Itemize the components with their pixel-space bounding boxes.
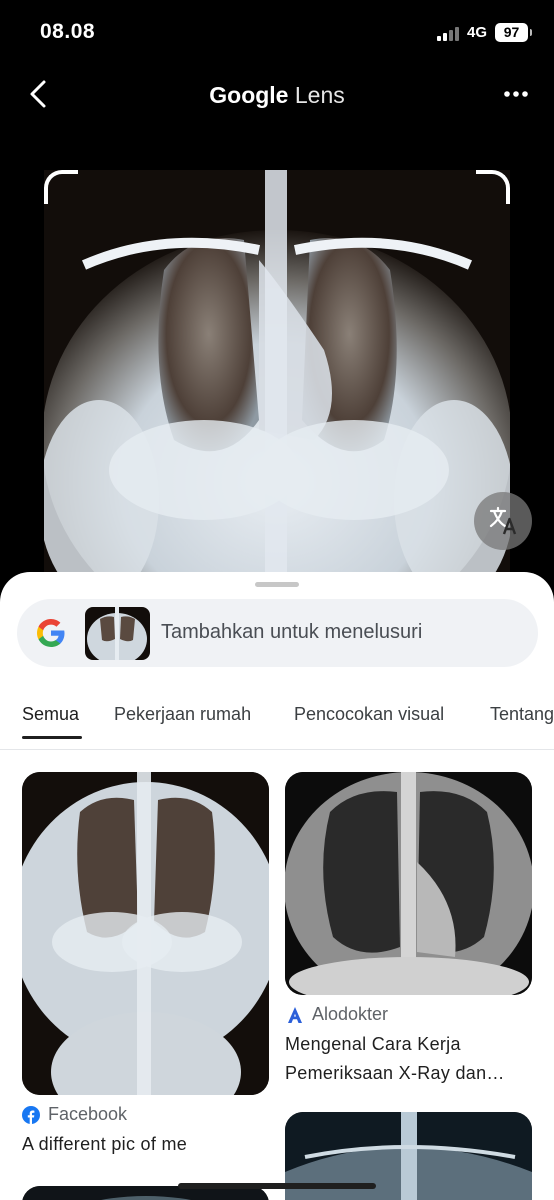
result-1-source[interactable]: Facebook (48, 1104, 127, 1125)
result-tabs: Semua Pekerjaan rumah Pencocokan visual … (0, 696, 554, 750)
tab-tentang[interactable]: Tentang (490, 704, 554, 725)
translate-icon (489, 506, 517, 535)
result-image-2[interactable] (285, 772, 532, 995)
active-tab-indicator (22, 736, 82, 739)
sheet-drag-handle[interactable] (255, 582, 299, 587)
search-image-thumbnail[interactable] (85, 607, 150, 660)
network-type: 4G (467, 24, 488, 41)
lens-title: Google Lens (0, 82, 554, 109)
search-bar[interactable]: Tambahkan untuk menelusuri (17, 599, 538, 667)
results-sheet: Tambahkan untuk menelusuri Semua Pekerja… (0, 572, 554, 1200)
crop-corner-top-right[interactable] (476, 170, 510, 204)
result-2-source[interactable]: Alodokter (312, 1004, 388, 1025)
google-lens-screen: 08.08 4G 97 Google Lens Tambahkan untuk … (0, 0, 554, 1200)
searched-image[interactable] (44, 170, 510, 600)
status-time: 08.08 (40, 20, 96, 43)
title-lens: Lens (294, 82, 345, 108)
chest-xray-image (44, 170, 510, 600)
title-google: Google (209, 82, 289, 108)
translate-button[interactable] (474, 492, 532, 550)
home-indicator[interactable] (178, 1183, 376, 1189)
result-2-title-line2[interactable]: Pemeriksaan X-Ray dan… (285, 1059, 505, 1088)
lens-header: Google Lens (0, 62, 554, 132)
result-1-title[interactable]: A different pic of me (22, 1130, 187, 1159)
signal-icon (437, 27, 461, 41)
search-placeholder: Tambahkan untuk menelusuri (161, 621, 423, 643)
result-2-title-line1[interactable]: Mengenal Cara Kerja (285, 1030, 461, 1059)
more-icon (504, 91, 528, 97)
crop-corner-top-left[interactable] (44, 170, 78, 204)
facebook-icon (22, 1106, 40, 1124)
tab-pekerjaan-rumah[interactable]: Pekerjaan rumah (114, 704, 251, 725)
google-icon (37, 619, 65, 647)
tab-semua[interactable]: Semua (22, 704, 79, 725)
status-bar: 08.08 4G 97 (0, 0, 554, 62)
result-image-1[interactable] (22, 772, 269, 1095)
battery-indicator: 97 (495, 23, 532, 42)
alodokter-icon (288, 1007, 302, 1023)
tab-pencocokan-visual[interactable]: Pencocokan visual (294, 704, 444, 725)
more-options-button[interactable] (500, 82, 532, 106)
